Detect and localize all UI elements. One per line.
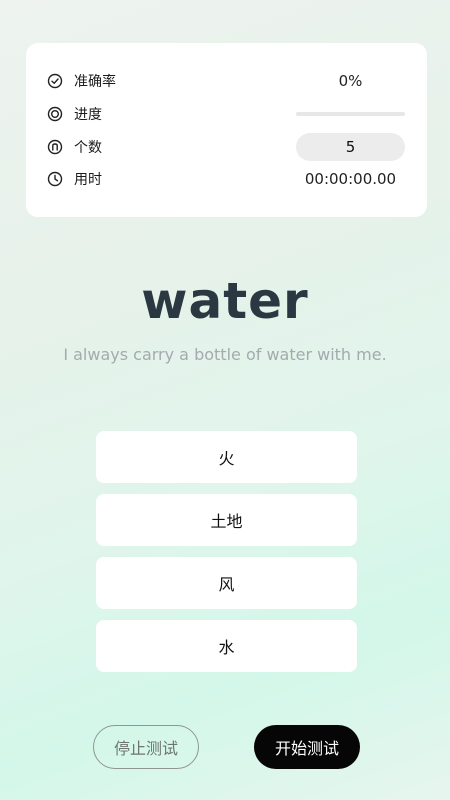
progress-row: 进度	[26, 100, 427, 128]
check-circle-icon	[47, 73, 63, 89]
accuracy-value: 0%	[338, 72, 363, 90]
accuracy-row: 准确率 0%	[26, 67, 427, 95]
count-row: 个数 5	[26, 133, 427, 161]
progress-bar	[296, 112, 405, 116]
count-stepper[interactable]: 5	[296, 133, 405, 161]
count-label: 个数	[74, 140, 102, 156]
n-circle-icon	[47, 139, 63, 155]
clock-icon	[47, 171, 63, 187]
option-button[interactable]: 风	[96, 557, 357, 609]
accuracy-label: 准确率	[74, 74, 116, 90]
time-value: 00:00:00.00	[304, 170, 397, 188]
time-row: 用时 00:00:00.00	[26, 165, 427, 193]
start-test-button[interactable]: 开始测试	[254, 725, 360, 769]
option-button[interactable]: 火	[96, 431, 357, 483]
quiz-word: water	[141, 272, 309, 330]
option-button[interactable]: 土地	[96, 494, 357, 546]
progress-label: 进度	[74, 107, 102, 123]
stats-card: 准确率 0% 进度 个数 5 用时 00:00:00.00	[26, 43, 427, 217]
stop-test-button[interactable]: 停止测试	[93, 725, 199, 769]
ring-icon	[47, 106, 63, 122]
example-sentence: I always carry a bottle of water with me…	[63, 345, 387, 364]
time-label: 用时	[74, 172, 102, 188]
option-button[interactable]: 水	[96, 620, 357, 672]
